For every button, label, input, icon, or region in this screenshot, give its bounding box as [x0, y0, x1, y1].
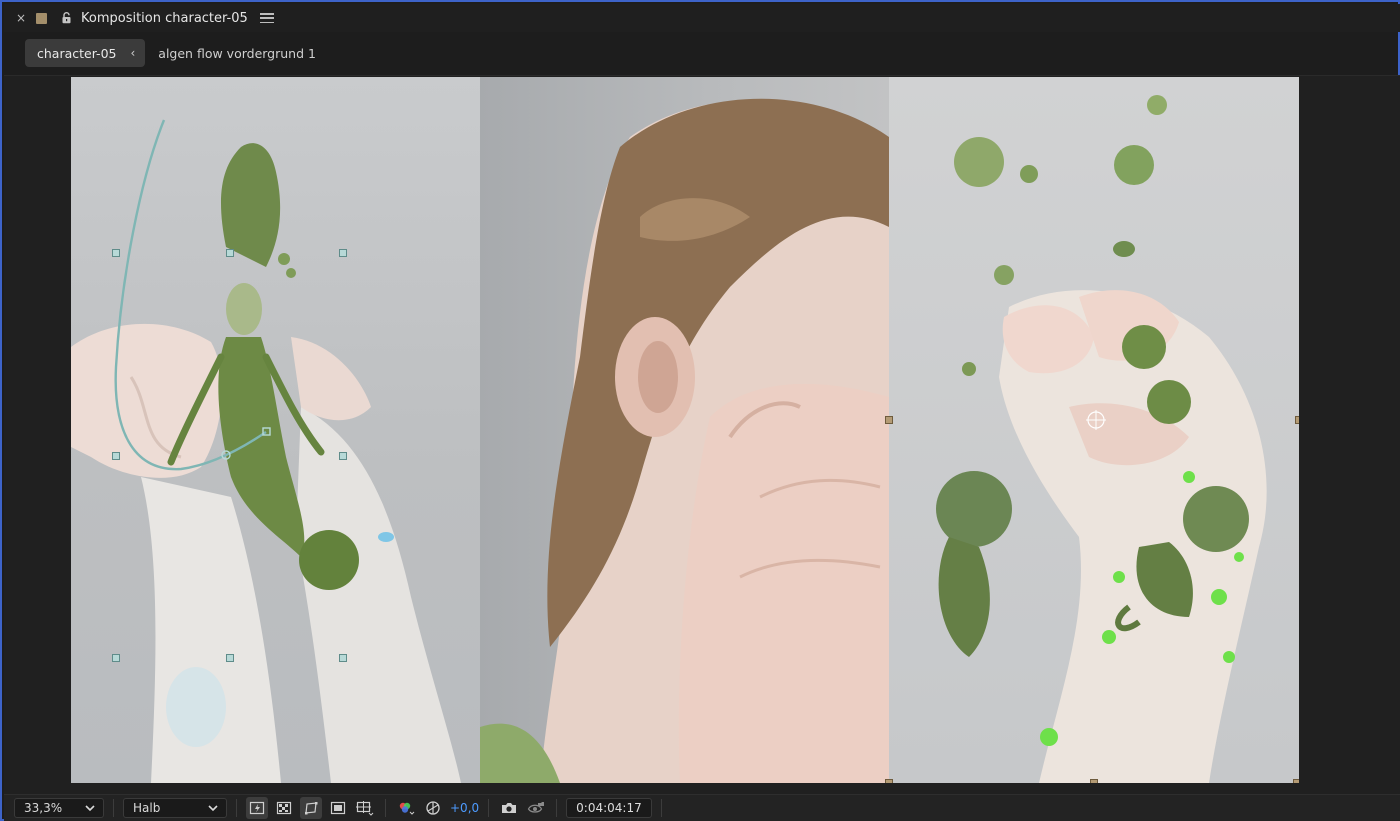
show-snapshot-icon[interactable] — [525, 797, 547, 819]
chevron-down-icon — [85, 805, 95, 812]
channels-icon[interactable] — [395, 797, 417, 819]
lock-icon[interactable] — [59, 11, 73, 25]
grid-guides-icon[interactable] — [354, 797, 376, 819]
divider — [488, 799, 490, 817]
footage-panel-hands-algae — [885, 77, 1299, 783]
breadcrumb-current-label: character-05 — [37, 45, 117, 61]
layer-handle[interactable] — [885, 779, 893, 783]
transform-handle[interactable] — [226, 654, 234, 662]
chevron-left-icon: ‹ — [130, 46, 136, 60]
label-color-swatch[interactable] — [36, 12, 47, 24]
divider — [385, 799, 386, 817]
layer-handle[interactable] — [1090, 779, 1098, 783]
layer-handle[interactable] — [1293, 779, 1299, 783]
resolution-dropdown[interactable]: Halb — [123, 798, 227, 818]
transform-handle[interactable] — [112, 452, 120, 460]
composition-navigator: character-05 ‹ algen flow vordergrund 1 — [4, 32, 1400, 74]
divider — [556, 799, 558, 817]
close-panel-button[interactable]: × — [12, 11, 30, 25]
footage-panel-arms-creature — [71, 77, 480, 783]
mask-path-visibility-icon[interactable] — [300, 797, 322, 819]
exposure-value[interactable]: +0,0 — [450, 801, 479, 815]
panel-title: Komposition character-05 — [81, 10, 248, 26]
transform-handle[interactable] — [339, 249, 347, 257]
footage-panel-face-hand — [480, 77, 889, 783]
composition-viewer[interactable] — [4, 76, 1400, 794]
transform-handle[interactable] — [112, 654, 120, 662]
snapshot-camera-icon[interactable] — [498, 797, 520, 819]
transform-handle[interactable] — [226, 249, 234, 257]
fast-previews-icon[interactable] — [246, 797, 268, 819]
resolution-value: Halb — [133, 801, 161, 815]
magnification-value: 33,3% — [24, 801, 63, 815]
divider — [236, 799, 237, 817]
transform-handle[interactable] — [339, 654, 347, 662]
region-of-interest-icon[interactable] — [327, 797, 349, 819]
magnification-dropdown[interactable]: 33,3% — [14, 798, 104, 818]
viewer-toolbar: 33,3% Halb +0,0 0:04:04:17 — [4, 794, 1400, 821]
hamburger-menu-icon[interactable] — [259, 12, 274, 24]
breadcrumb-current-comp[interactable]: character-05 ‹ — [25, 39, 146, 67]
transparency-grid-icon[interactable] — [273, 797, 295, 819]
breadcrumb-next-comp[interactable]: algen flow vordergrund 1 — [158, 46, 316, 61]
composition-panel: × Komposition character-05 character-05 … — [0, 0, 1400, 821]
divider — [660, 799, 662, 817]
divider — [113, 799, 114, 817]
layer-handle[interactable] — [1295, 416, 1299, 424]
reset-exposure-icon[interactable] — [422, 797, 444, 819]
composition-frame[interactable] — [71, 77, 1299, 783]
transform-handle[interactable] — [112, 249, 120, 257]
layer-handle[interactable] — [885, 416, 893, 424]
chevron-down-icon — [208, 805, 218, 812]
current-time-display[interactable]: 0:04:04:17 — [566, 798, 652, 818]
transform-handle[interactable] — [339, 452, 347, 460]
panel-title-bar: × Komposition character-05 — [4, 4, 1400, 32]
